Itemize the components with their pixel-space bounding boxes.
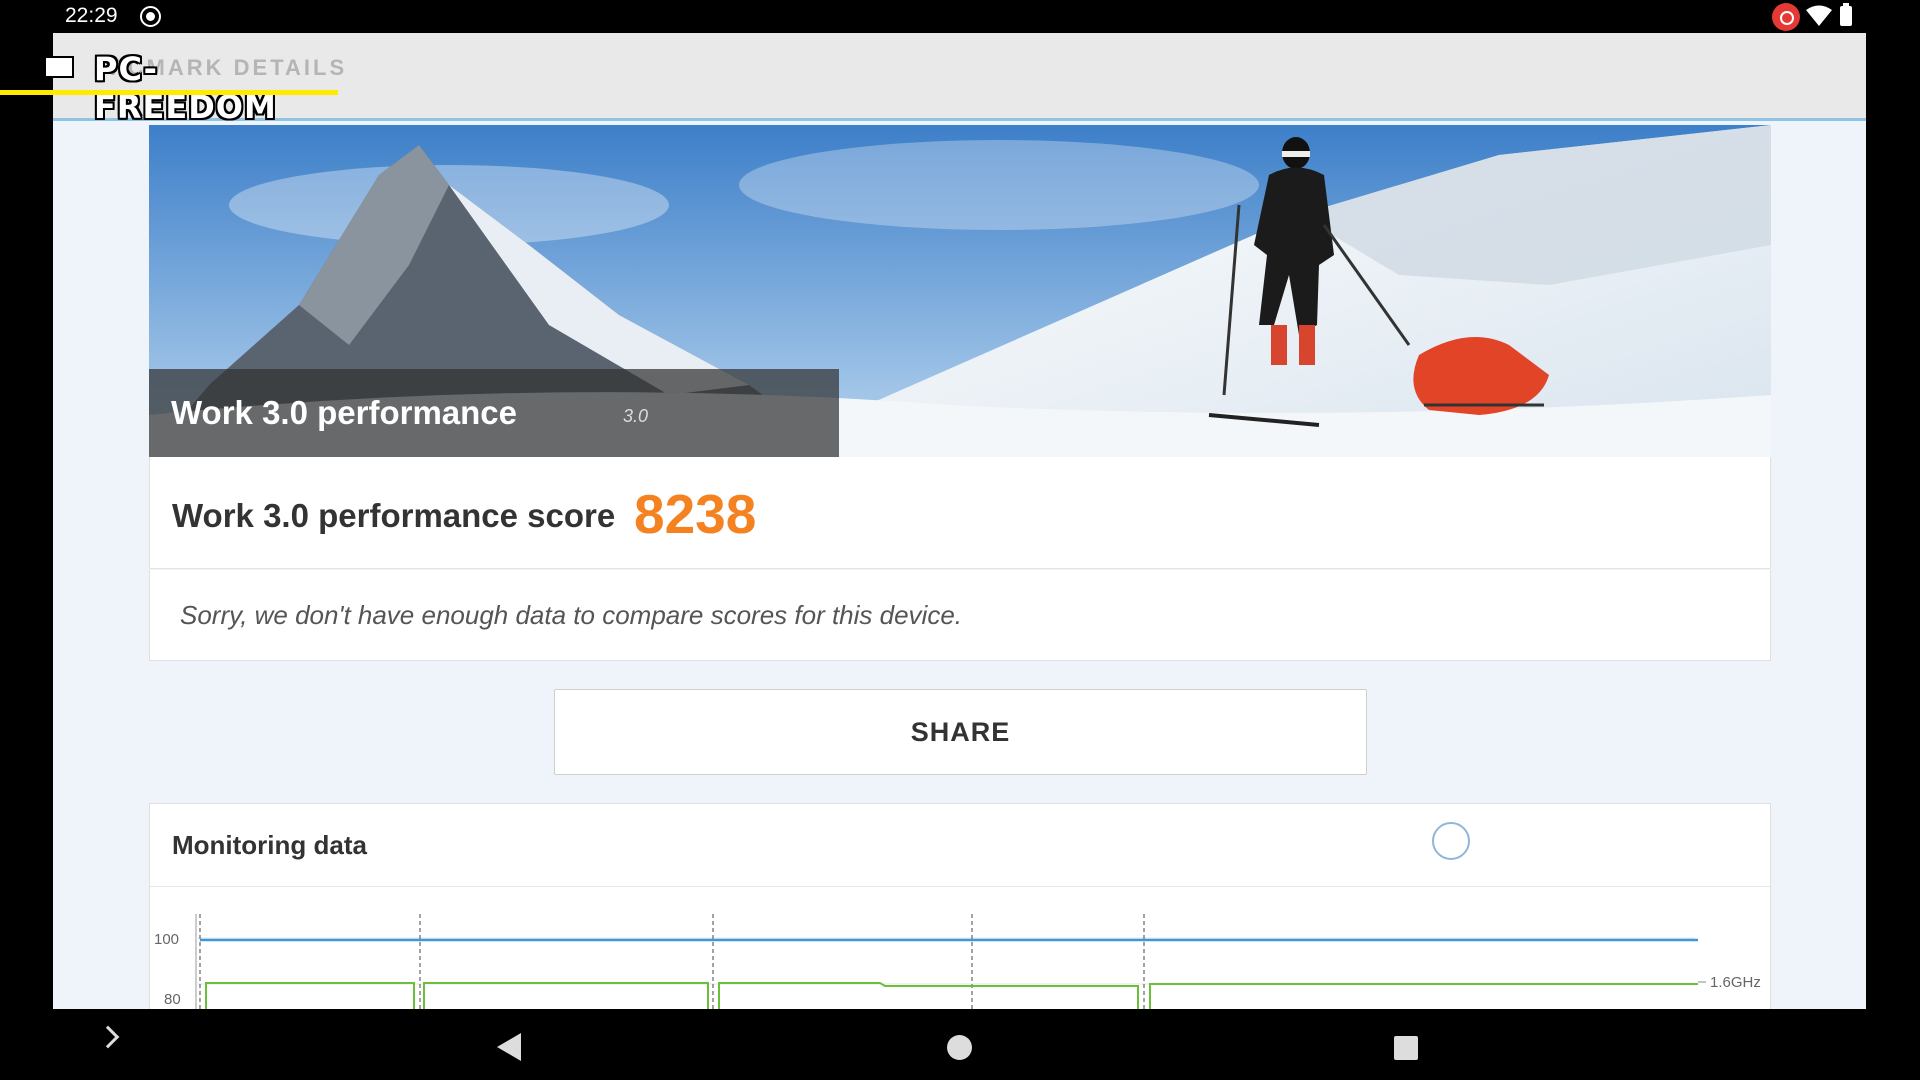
score-value: 8238 bbox=[634, 483, 757, 545]
score-card: Work 3.0 performance score 8238 bbox=[149, 457, 1771, 569]
loading-spinner-icon bbox=[1432, 822, 1470, 860]
watermark-logo: PC-FREEDOM bbox=[0, 50, 340, 126]
app-window: PCMARK DETAILS Work 3.0 performance 3.0 … bbox=[53, 33, 1866, 1009]
y-tick-80: 80 bbox=[164, 991, 181, 1008]
monitoring-title: Monitoring data bbox=[172, 830, 367, 860]
expand-icon[interactable] bbox=[96, 1025, 120, 1049]
wifi-icon bbox=[1806, 5, 1832, 26]
compare-card: Sorry, we don't have enough data to comp… bbox=[149, 570, 1771, 661]
watermark-text: PC-FREEDOM bbox=[94, 50, 277, 126]
battery-icon bbox=[1840, 3, 1852, 26]
monitoring-divider bbox=[150, 886, 1772, 887]
score-label: Work 3.0 performance score bbox=[172, 497, 616, 534]
monitoring-card: Monitoring data 100 80 1.6GHz bbox=[149, 803, 1772, 1009]
computer-icon bbox=[44, 56, 74, 78]
y-tick-100: 100 bbox=[154, 931, 179, 948]
monitoring-chart: 100 80 1.6GHz bbox=[154, 914, 1761, 1009]
recents-icon[interactable] bbox=[1394, 1036, 1418, 1060]
hero-version: 3.0 bbox=[623, 406, 649, 426]
navigation-bar bbox=[0, 1009, 1920, 1080]
freq-label: 1.6GHz bbox=[1710, 974, 1761, 991]
hero-title: Work 3.0 performance bbox=[171, 394, 518, 431]
watermark-underline bbox=[0, 90, 338, 95]
screen-record-icon bbox=[140, 6, 161, 27]
share-button[interactable]: SHARE bbox=[554, 689, 1367, 775]
cast-icon bbox=[1772, 3, 1800, 31]
status-bar: 22:29 bbox=[0, 0, 1920, 33]
hero-banner: Work 3.0 performance 3.0 bbox=[149, 125, 1771, 457]
compare-message: Sorry, we don't have enough data to comp… bbox=[180, 600, 963, 630]
status-time: 22:29 bbox=[65, 4, 118, 27]
home-icon[interactable] bbox=[947, 1035, 972, 1060]
back-icon[interactable] bbox=[497, 1033, 521, 1061]
cpu-frequency-series bbox=[205, 982, 1698, 1009]
